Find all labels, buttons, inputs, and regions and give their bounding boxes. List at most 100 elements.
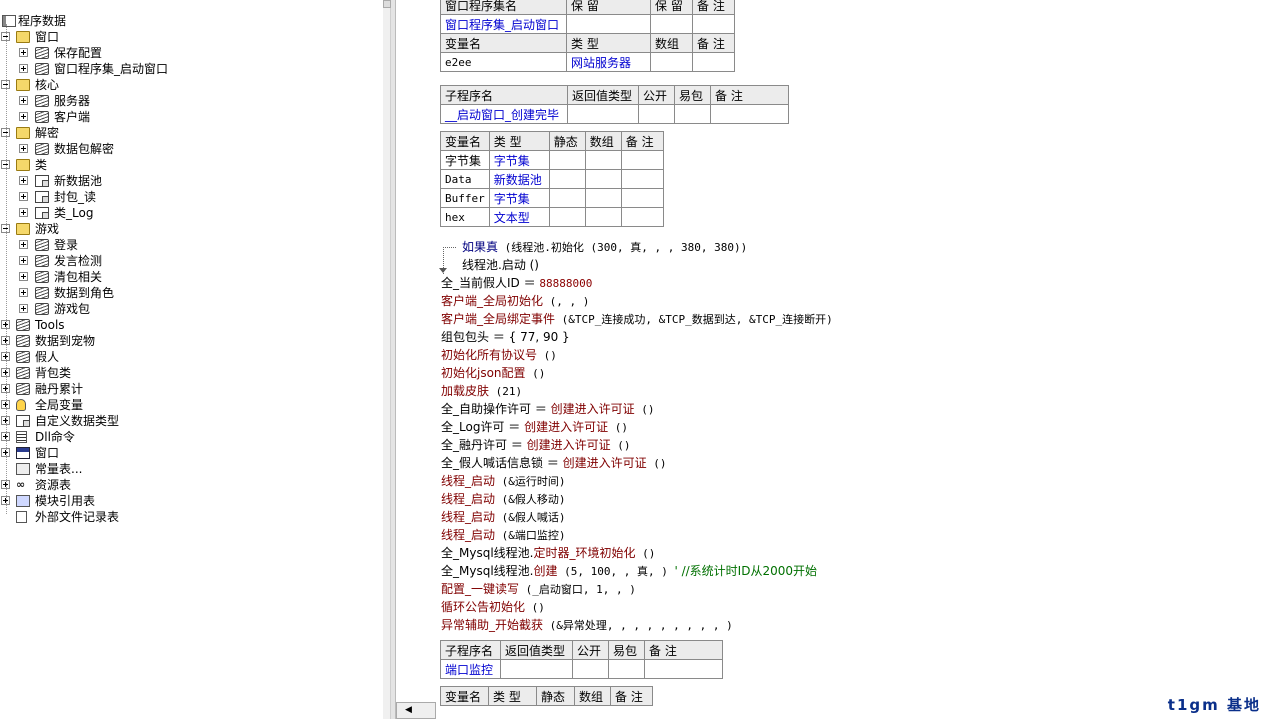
local-var-cell[interactable] (584, 150, 622, 170)
code-line[interactable]: 初始化json配置 () (441, 364, 545, 382)
sub-cell[interactable] (638, 104, 675, 124)
expand-icon[interactable] (19, 192, 28, 201)
sub-name-cell[interactable]: 端口监控 (440, 659, 501, 679)
function-name: 定时器_环境初始化 (533, 546, 636, 560)
code-line[interactable]: 全_自助操作许可 ＝ 创建进入许可证 () (441, 400, 655, 418)
expand-icon[interactable] (19, 272, 28, 281)
code-line[interactable]: 异常辅助_开始截获 (&异常处理, , , , , , , , , ) (441, 616, 733, 634)
expand-icon[interactable] (19, 240, 28, 249)
code-line[interactable]: 客户端_全局初始化 (, , ) (441, 292, 589, 310)
assembly-header-reserve1: 保 留 (566, 0, 651, 15)
expand-icon[interactable] (19, 208, 28, 217)
local-var-name[interactable]: hex (440, 207, 490, 227)
code-line[interactable]: 全_Mysql线程池.创建 (5, 100, , 真, ) ' //系统计时ID… (441, 562, 817, 580)
local-var-cell[interactable] (620, 150, 664, 170)
code-line[interactable]: 线程_启动 (&假人移动) (441, 490, 566, 508)
local-header-type: 类 型 (488, 686, 537, 706)
local-var-name[interactable]: 字节集 (440, 150, 490, 170)
code-number: 88888000 (539, 277, 593, 290)
local-var-type[interactable]: 字节集 (488, 188, 550, 208)
tree-scrollbar[interactable] (383, 0, 391, 719)
var-name-cell[interactable]: e2ee (440, 52, 567, 72)
assembly-cell[interactable] (650, 14, 693, 34)
code-args: () (537, 349, 557, 362)
sub-cell[interactable] (644, 659, 723, 679)
expand-icon[interactable] (19, 288, 28, 297)
var-cell[interactable] (692, 52, 735, 72)
code-line[interactable]: 循环公告初始化 () (441, 598, 545, 616)
var-type-cell[interactable]: 网站服务器 (566, 52, 651, 72)
dll-icon (16, 431, 27, 443)
code-comment: ' //系统计时ID从2000开始 (674, 564, 817, 578)
local-var-cell[interactable] (584, 169, 622, 189)
local-var-cell[interactable] (620, 169, 664, 189)
local-var-cell[interactable] (548, 150, 586, 170)
code-line[interactable]: 客户端_全局绑定事件 (&TCP_连接成功, &TCP_数据到达, &TCP_连… (441, 310, 833, 328)
expand-icon[interactable] (19, 96, 28, 105)
sub-name-cell[interactable]: __启动窗口_创建完毕 (440, 104, 568, 124)
code-line[interactable]: 全_Mysql线程池.定时器_环境初始化 () (441, 544, 655, 562)
local-var-cell[interactable] (584, 188, 622, 208)
code-line[interactable]: 如果真 (线程池.初始化 (300, 真, , , 380, 380)) (462, 238, 747, 256)
program-data-icon (2, 15, 16, 27)
local-header-array: 数组 (584, 131, 622, 151)
function-name: 初始化所有协议号 (441, 348, 538, 362)
watermark: t1gm 基地 (1167, 696, 1261, 714)
local-var-type[interactable]: 字节集 (488, 150, 550, 170)
sub-cell[interactable] (572, 659, 609, 679)
expand-icon[interactable] (19, 256, 28, 265)
scroll-up-button[interactable] (383, 0, 391, 8)
expand-icon[interactable] (19, 48, 28, 57)
sub-cell[interactable] (500, 659, 573, 679)
assembly-cell[interactable] (692, 14, 735, 34)
tree-item-label: 类_Log (54, 206, 94, 220)
flow-arrow-icon (439, 268, 447, 273)
expand-icon[interactable] (19, 112, 28, 121)
code-line[interactable]: 全_当前假人ID ＝ 88888000 (441, 274, 592, 292)
code-line[interactable]: 全_融丹许可 ＝ 创建进入许可证 () (441, 436, 631, 454)
var-header-array: 数组 (650, 33, 693, 53)
code-line[interactable]: 组包包头 ＝ { 77, 90 } (441, 328, 570, 346)
sub-cell[interactable] (674, 104, 711, 124)
expand-icon[interactable] (19, 176, 28, 185)
tree-item-label: 服务器 (54, 94, 91, 108)
var-cell[interactable] (650, 52, 693, 72)
expand-icon[interactable] (19, 144, 28, 153)
code-line[interactable]: 全_假人喊话信息锁 ＝ 创建进入许可证 () (441, 454, 667, 472)
code-line[interactable]: 线程_启动 (&运行时间) (441, 472, 566, 490)
code-text: 组包包头 ＝ { 77, 90 } (441, 330, 570, 344)
tree-item-label: 游戏 (35, 222, 60, 236)
sub-cell[interactable] (567, 104, 639, 124)
code-line[interactable]: 线程_启动 (&端口监控) (441, 526, 566, 544)
local-var-cell[interactable] (548, 207, 586, 227)
code-line[interactable]: 初始化所有协议号 () (441, 346, 557, 364)
function-name: 创建进入许可证 (562, 456, 647, 470)
expand-icon[interactable] (19, 304, 28, 313)
code-editor[interactable]: 窗口程序集名 保 留 保 留 备 注 窗口程序集_启动窗口 变量名 类 型 数组… (396, 0, 1267, 719)
local-var-name[interactable]: Buffer (440, 188, 490, 208)
local-var-type[interactable]: 文本型 (488, 207, 550, 227)
expand-icon[interactable] (19, 64, 28, 73)
local-var-cell[interactable] (620, 207, 664, 227)
code-line[interactable]: 全_Log许可 ＝ 创建进入许可证 () (441, 418, 628, 436)
assembly-name-cell[interactable]: 窗口程序集_启动窗口 (440, 14, 567, 34)
local-var-cell[interactable] (620, 188, 664, 208)
sub-cell[interactable] (608, 659, 645, 679)
local-var-table-2: 变量名 类 型 静态 数组 备 注 (440, 686, 653, 706)
code-line[interactable]: 加载皮肤 (21) (441, 382, 522, 400)
sub-cell[interactable] (710, 104, 789, 124)
local-var-type[interactable]: 新数据池 (488, 169, 550, 189)
program-tree-panel[interactable]: 程序数据 窗口 保存配置 窗口程序集_启动窗口 核心 服务器 客户端 解密 数据包解密类新数据… (0, 0, 384, 719)
local-var-cell[interactable] (584, 207, 622, 227)
code-line[interactable]: 线程_启动 (&假人喊话) (441, 508, 566, 526)
assembly-cell[interactable] (566, 14, 651, 34)
file-icon (16, 511, 27, 523)
code-line[interactable]: 配置_一键读写 (_启动窗口, 1, , ) (441, 580, 636, 598)
scroll-left-icon[interactable]: ◀ (405, 706, 412, 715)
code-line[interactable]: 线程池.启动 () (462, 256, 539, 274)
local-var-name[interactable]: Data (440, 169, 490, 189)
tree-guide-line (6, 24, 7, 514)
local-var-cell[interactable] (548, 169, 586, 189)
horizontal-scrollbar[interactable]: ◀ (396, 702, 436, 719)
local-var-cell[interactable] (548, 188, 586, 208)
